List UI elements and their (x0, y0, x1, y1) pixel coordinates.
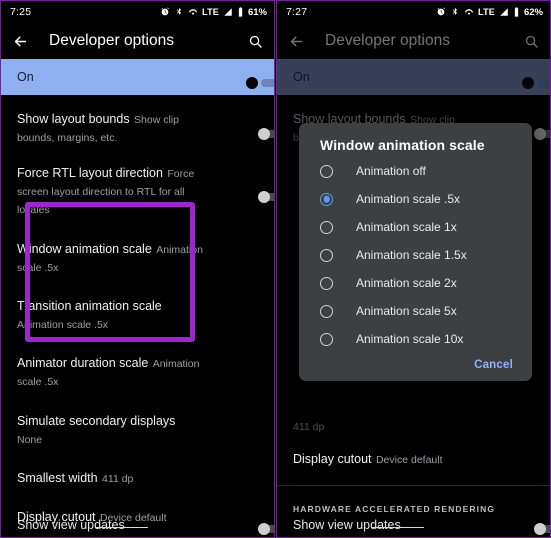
list-item-title: Show layout bounds (17, 112, 130, 126)
list-item-show-view-updates[interactable]: Show view updates (1, 517, 274, 537)
app-bar: Developer options (277, 23, 550, 59)
screenshot-pair: 7:25 LTE 61% Developer options On Show l… (0, 0, 551, 538)
radio-button-selected-icon[interactable] (320, 192, 333, 206)
list-item-transition-animation-scale[interactable]: Transition animation scale Animation sca… (1, 285, 274, 342)
list-item-window-animation-scale[interactable]: Window animation scale Animation scale .… (1, 227, 274, 285)
list-item-subtitle: 411 dp (102, 473, 134, 485)
radio-button-icon[interactable] (320, 220, 333, 234)
dialog-title: Window animation scale (320, 137, 485, 153)
list-item-display-cutout[interactable]: Display cutout Device default (277, 441, 550, 477)
status-bar: 7:27 LTE 62% (277, 1, 550, 23)
page-title: Developer options (325, 32, 450, 49)
back-arrow-icon[interactable] (288, 33, 305, 50)
radio-button-icon[interactable] (320, 248, 333, 262)
window-animation-scale-dialog: Window animation scale Animation off Ani… (299, 123, 532, 381)
list-item-smallest-width-obscured[interactable]: 411 dp (277, 417, 550, 444)
list-item-title: Display cutout (293, 452, 372, 466)
cancel-button[interactable]: Cancel (474, 359, 513, 371)
search-icon[interactable] (524, 34, 539, 49)
battery-icon (238, 7, 243, 17)
radio-option-label: Animation scale 1x (356, 220, 457, 234)
vpn-icon (464, 9, 474, 15)
bluetooth-icon (452, 7, 458, 15)
bluetooth-icon (176, 7, 182, 15)
list-item-title: Show view updates (293, 518, 401, 532)
signal-bars-icon (500, 8, 508, 16)
status-bar: 7:25 LTE 61% (1, 1, 274, 23)
list-item-smallest-width[interactable]: Smallest width 411 dp (1, 457, 274, 496)
radio-option-animation-scale-2x[interactable]: Animation scale 2x (299, 269, 532, 297)
signal-bars-icon (224, 8, 232, 16)
list-item-animator-duration-scale[interactable]: Animator duration scale Animation scale … (1, 342, 274, 399)
list-item-force-rtl[interactable]: Force RTL layout direction Force screen … (1, 155, 274, 227)
list-item-show-layout-bounds[interactable]: Show layout bounds Show clip bounds, mar… (1, 101, 274, 155)
radio-button-icon[interactable] (320, 304, 333, 318)
radio-button-icon[interactable] (320, 164, 333, 178)
radio-option-animation-scale-05x[interactable]: Animation scale .5x (299, 185, 532, 213)
section-header-hardware-accelerated-rendering: HARDWARE ACCELERATED RENDERING (293, 504, 496, 514)
master-switch-label: On (293, 70, 310, 84)
app-bar: Developer options (1, 23, 274, 59)
radio-option-animation-scale-5x[interactable]: Animation scale 5x (299, 297, 532, 325)
radio-option-label: Animation scale 10x (356, 332, 464, 346)
radio-option-label: Animation scale 5x (356, 304, 457, 318)
alarm-icon (437, 7, 446, 16)
list-item-show-view-updates[interactable]: Show view updates (277, 517, 550, 537)
list-item-title: Force RTL layout direction (17, 166, 163, 180)
status-clock: 7:27 (286, 6, 308, 18)
section-divider (277, 485, 550, 486)
developer-options-master-switch-row[interactable]: On (277, 59, 550, 95)
status-clock: 7:25 (10, 6, 32, 18)
search-icon[interactable] (248, 34, 263, 49)
network-type-label: LTE (478, 7, 495, 17)
phone-screen-left: 7:25 LTE 61% Developer options On Show l… (0, 0, 275, 538)
list-item-simulate-secondary-displays[interactable]: Simulate secondary displays None (1, 399, 274, 457)
radio-button-icon[interactable] (320, 276, 333, 290)
battery-percent-label: 61% (247, 6, 267, 18)
battery-icon (514, 7, 519, 17)
list-item-title: Animator duration scale (17, 356, 149, 370)
vpn-icon (188, 9, 198, 15)
list-item-title: Show view updates (17, 518, 125, 532)
status-icons: LTE 62% (436, 7, 543, 18)
list-item-subtitle: Animation scale .5x (17, 319, 109, 331)
radio-option-animation-off[interactable]: Animation off (299, 157, 532, 185)
strikethrough-artifact (96, 527, 148, 529)
page-title: Developer options (49, 32, 174, 49)
developer-options-master-switch-row[interactable]: On (1, 59, 274, 95)
back-arrow-icon[interactable] (12, 33, 29, 50)
radio-option-animation-scale-1x[interactable]: Animation scale 1x (299, 213, 532, 241)
list-item-title: Simulate secondary displays (17, 414, 176, 428)
battery-percent-label: 62% (523, 6, 543, 18)
network-type-label: LTE (202, 7, 219, 17)
settings-list: Show layout bounds Show clip bounds, mar… (1, 95, 274, 537)
list-item-subtitle: Device default (375, 454, 443, 466)
status-icons: LTE 61% (160, 7, 267, 18)
radio-option-label: Animation scale .5x (356, 192, 461, 206)
radio-option-animation-scale-10x[interactable]: Animation scale 10x (299, 325, 532, 353)
list-item-subtitle: 411 dp (293, 421, 325, 433)
radio-option-animation-scale-15x[interactable]: Animation scale 1.5x (299, 241, 532, 269)
list-item-title: Transition animation scale (17, 299, 162, 313)
radio-button-icon[interactable] (320, 332, 333, 346)
radio-option-label: Animation scale 2x (356, 276, 457, 290)
list-item-title: Smallest width (17, 471, 98, 485)
list-item-subtitle: None (17, 434, 43, 446)
phone-screen-right: 7:27 LTE 62% Developer options On Show l… (276, 0, 551, 538)
list-item-title: Window animation scale (17, 242, 152, 256)
master-switch-label: On (17, 70, 34, 84)
alarm-icon (161, 7, 170, 16)
radio-option-label: Animation scale 1.5x (356, 248, 467, 262)
strikethrough-artifact (372, 527, 424, 529)
radio-option-label: Animation off (356, 164, 426, 178)
